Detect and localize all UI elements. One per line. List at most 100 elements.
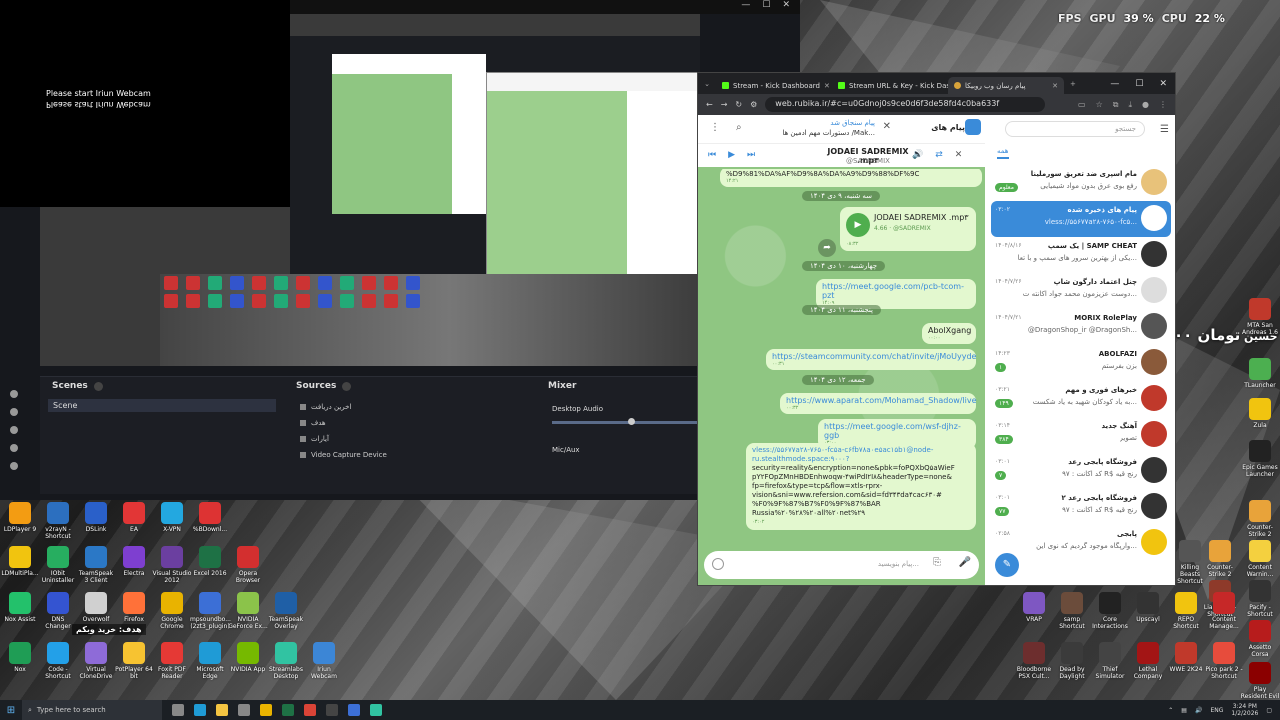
- play-icon[interactable]: ▶: [728, 150, 735, 160]
- attach-icon[interactable]: ⎘: [933, 557, 941, 568]
- search-icon[interactable]: ⌕: [736, 122, 742, 133]
- tab-kick-dashboard[interactable]: Stream - Kick Dashboard ✕: [716, 77, 832, 94]
- back-icon[interactable]: ←: [706, 100, 713, 109]
- minimize-button[interactable]: —: [741, 0, 750, 14]
- desktop-shortcut[interactable]: samp Shortcut: [1052, 592, 1092, 630]
- close-button[interactable]: ✕: [1159, 79, 1167, 89]
- chat-list-item[interactable]: فروشگاه پابجی رعد کد اکانت : ۹۷ R$ رنج قی…: [991, 453, 1171, 489]
- desktop-shortcut[interactable]: EA: [114, 502, 154, 533]
- notification-icon[interactable]: ▢: [1266, 707, 1272, 714]
- desktop-shortcut[interactable]: Pacify - Shortcut: [1240, 580, 1280, 618]
- desktop-shortcut[interactable]: Zula: [1240, 398, 1280, 429]
- reload-icon[interactable]: ↻: [735, 100, 742, 109]
- message-link[interactable]: https://meet.google.com/wsf-djhz-ggb: [824, 422, 961, 440]
- profile-icon[interactable]: ●: [1142, 100, 1149, 110]
- desktop-shortcut[interactable]: REPO Shortcut: [1166, 592, 1206, 630]
- maximize-button[interactable]: ☐: [1135, 79, 1143, 89]
- chat-list-item[interactable]: یک سمپ | SAMP CHEAT یکی از بهترین سرور ها…: [991, 237, 1171, 273]
- desktop-shortcut[interactable]: Opera Browser: [228, 546, 268, 584]
- message-link[interactable]: https://www.aparat.com/Mohamad_Shadow/li…: [786, 396, 977, 405]
- source-item[interactable]: آیارات: [300, 431, 387, 447]
- message-bubble[interactable]: AbolXgang ۰۰:۰۰: [922, 323, 976, 344]
- desktop-shortcut[interactable]: Nox Assist: [0, 592, 40, 623]
- tab-search-icon[interactable]: ⌄: [698, 80, 716, 88]
- message-bubble[interactable]: https://steamcommunity.com/chat/invite/j…: [766, 349, 976, 370]
- desktop-shortcut[interactable]: mpsoundbo... (2zt3_plugin): [190, 592, 231, 630]
- desktop-shortcut[interactable]: Assetto Corsa: [1240, 620, 1280, 658]
- desktop-shortcut[interactable]: NVIDIA App: [228, 642, 268, 673]
- desktop-shortcut[interactable]: Content Warnin...: [1240, 540, 1280, 578]
- store-icon[interactable]: [238, 704, 250, 716]
- tab-all[interactable]: همه: [997, 147, 1009, 159]
- audio-icon[interactable]: [10, 426, 18, 434]
- new-tab-button[interactable]: +: [1064, 80, 1082, 88]
- compose-button[interactable]: ✎: [995, 553, 1019, 577]
- source-item[interactable]: هدف: [300, 415, 387, 431]
- network-icon[interactable]: ▤: [1181, 707, 1187, 714]
- repeat-icon[interactable]: ⇄: [935, 150, 943, 160]
- site-info-icon[interactable]: ⚙: [750, 100, 757, 109]
- desktop-shortcut[interactable]: Bloodborne PSX Cult...: [1014, 642, 1054, 680]
- search-input[interactable]: جستجو: [1005, 121, 1145, 137]
- tab-kick-stream-key[interactable]: Stream URL & Key - Kick Das...✕: [832, 77, 948, 94]
- message-bubble[interactable]: %D9%81%DA%AF%D9%8A%DA%A9%D9%88%DF%9C ۱۴:۲…: [720, 169, 982, 187]
- chat-list-item[interactable]: آهنگ جدید تصویر ۰۳:۱۴ ۳۸۴: [991, 417, 1171, 453]
- chat-list-item[interactable]: پابجی وارپگاه موجود گردیم که نوی این... ۰۲…: [991, 525, 1171, 561]
- more-menu-icon[interactable]: ⋮: [1159, 100, 1167, 110]
- clock[interactable]: 3:24 PM 1/2/2026: [1231, 703, 1258, 717]
- desktop-shortcut[interactable]: LDMultiPla...: [0, 546, 40, 577]
- language-indicator[interactable]: ENG: [1210, 707, 1223, 714]
- desktop-shortcut[interactable]: TeamSpeak Overlay: [266, 592, 306, 630]
- chat-list-item[interactable]: مام اسپری ضد تعریق سورملینا رفع بوی عرق ب…: [991, 165, 1171, 201]
- chrome-icon[interactable]: [304, 704, 316, 716]
- desktop-shortcut[interactable]: Visual Studio 2012: [152, 546, 192, 584]
- source-item[interactable]: اخرین دریافت: [300, 399, 387, 415]
- profile-icon[interactable]: [10, 462, 18, 470]
- close-pin-icon[interactable]: ✕: [883, 121, 891, 132]
- desktop-shortcut[interactable]: Counter-Strike 2: [1240, 500, 1280, 538]
- desktop-shortcut[interactable]: v2rayN - Shortcut: [38, 502, 78, 540]
- previous-track-icon[interactable]: ⏮: [708, 150, 716, 160]
- close-tab-icon[interactable]: ✕: [824, 82, 830, 90]
- desktop-shortcut[interactable]: Firefox: [114, 592, 154, 623]
- desktop-shortcut[interactable]: %BDownl...: [190, 502, 230, 533]
- add-scene-icon[interactable]: [93, 381, 103, 391]
- chat-list-item[interactable]: فروشگاه پابجی رعد ۲ کد اکانت : ۹۷ R$ رنج …: [991, 489, 1171, 525]
- volume-icon[interactable]: 🔊: [912, 150, 923, 160]
- message-link[interactable]: https://meet.google.com/pcb-tcom-pzt: [822, 282, 964, 300]
- desktop-shortcut[interactable]: Pico park 2 - Shortcut: [1204, 642, 1244, 680]
- next-track-icon[interactable]: ⏭: [747, 150, 755, 160]
- desktop-shortcut[interactable]: Core Interactions: [1090, 592, 1130, 630]
- pinned-text[interactable]: دستورات مهم ادمین ها /Mak...: [782, 129, 875, 137]
- scene-item[interactable]: Scene: [48, 399, 276, 412]
- more-icon[interactable]: ⋮: [710, 122, 720, 133]
- chat-list-item[interactable]: پیام های ذخیره شده vless://۵۵۶۷۷a۲۸-۷۶۵۰-…: [991, 201, 1171, 237]
- tab-rubika[interactable]: پیام رسان وب روبیکا ✕: [948, 77, 1064, 94]
- desktop-shortcut[interactable]: Microsoft Edge: [190, 642, 230, 680]
- audio-message[interactable]: ▶ JODAEI SADREMIX .mp۳ 4.66 · @SADREMIX …: [840, 207, 976, 251]
- config-message[interactable]: vless://۵۵۶۷۷a۲۸-۷۶۵۰-fc۵a-c۶fb۷۸a۰e۵ac۱…: [746, 443, 976, 530]
- extensions-icon[interactable]: ⧉: [1113, 100, 1119, 110]
- record-icon[interactable]: [10, 444, 18, 452]
- add-source-icon[interactable]: [342, 381, 352, 391]
- volume-icon[interactable]: 🔊: [1195, 707, 1202, 714]
- volume-slider[interactable]: [552, 418, 700, 425]
- settings-icon[interactable]: [10, 390, 18, 398]
- start-button[interactable]: ⊞: [0, 700, 22, 720]
- obs-icon[interactable]: [326, 704, 338, 716]
- desktop-shortcut[interactable]: Content Manage...: [1204, 592, 1244, 630]
- desktop-shortcut[interactable]: Electra: [114, 546, 154, 577]
- gear-icon[interactable]: [10, 408, 18, 416]
- play-audio-icon[interactable]: ▶: [846, 213, 870, 237]
- chat-list-item[interactable]: ABOLFAZI بزن بفرستم ۱۴:۲۳ ۱: [991, 345, 1171, 381]
- maximize-button[interactable]: ☐: [762, 0, 770, 14]
- download-icon[interactable]: ⤓: [1128, 100, 1132, 110]
- desktop-shortcut[interactable]: Thief Simulator: [1090, 642, 1130, 680]
- chat-list-item[interactable]: خبرهای فوری و مهم به یاد کودکان شهید به ی…: [991, 381, 1171, 417]
- volume-knob[interactable]: [628, 418, 635, 425]
- desktop-shortcut[interactable]: Streamlabs Desktop: [266, 642, 306, 680]
- desktop-shortcut[interactable]: TLauncher: [1240, 358, 1280, 389]
- desktop-shortcut[interactable]: TeamSpeak 3 Client: [76, 546, 116, 584]
- tray-chevron-icon[interactable]: ⌃: [1168, 707, 1173, 714]
- desktop-shortcut[interactable]: Upscayl: [1128, 592, 1168, 623]
